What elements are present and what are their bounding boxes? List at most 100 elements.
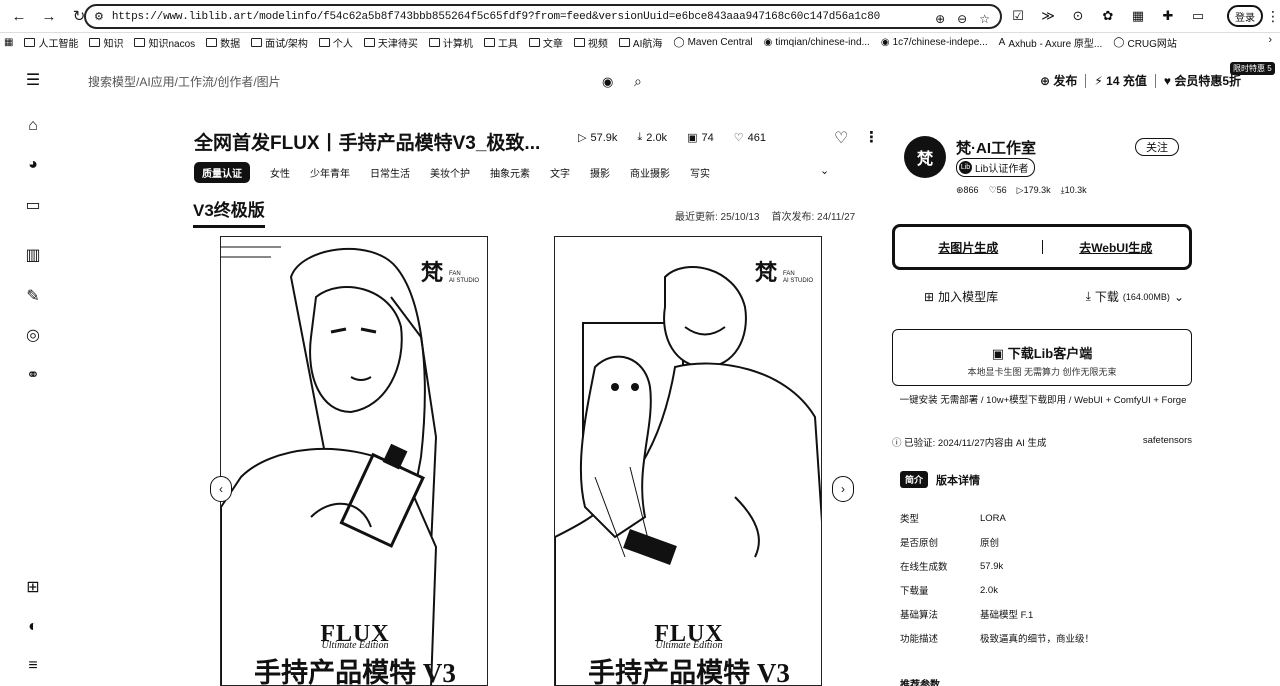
image-gallery: 梵 FAN AI STUDIO FLUX Ultimate Edition 手持产… — [210, 236, 854, 686]
generate-webui-button[interactable]: 去WebUI生成 — [1043, 239, 1190, 256]
bookmark-item[interactable]: AI航海 — [618, 35, 662, 50]
generate-actions: 去图片生成 去WebUI生成 — [892, 224, 1192, 270]
download-button[interactable]: ⤓ 下载 (164.00MB) ⌄ — [1086, 288, 1184, 305]
version-tab[interactable]: V3终极版 — [193, 196, 265, 228]
search-icon[interactable]: ⌕ — [634, 73, 642, 90]
bookmark-grid-icon[interactable]: ▦ — [4, 37, 13, 48]
gallery-image[interactable]: 梵 FAN AI STUDIO FLUX Ultimate Edition 手持产… — [220, 236, 488, 686]
search-input[interactable] — [80, 75, 580, 89]
folder-icon — [318, 37, 330, 47]
gallery-next-button[interactable]: › — [832, 476, 854, 502]
published-date: 首次发布: 24/11/27 — [771, 212, 856, 223]
bookmark-item[interactable]: 人工智能 — [24, 35, 78, 50]
tag-item[interactable]: 美妆个护 — [430, 165, 470, 180]
gallery-image[interactable]: 梵 FAN AI STUDIO FLUX Ultimate Edition 手持产… — [554, 236, 822, 686]
sidebar-toggle-icon[interactable]: ▭ — [1188, 6, 1208, 26]
bookmark-item[interactable]: 数据 — [206, 35, 240, 50]
bookmark-label: 1c7/chinese-indepe... — [892, 36, 988, 48]
more-options-icon[interactable]: ⋮ — [864, 128, 879, 146]
zoom-icon[interactable]: ⊕ — [935, 12, 945, 26]
publish-label: 发布 — [1053, 74, 1078, 88]
tag-item[interactable]: 商业摄影 — [630, 165, 670, 180]
favorite-icon[interactable]: ♡ — [834, 128, 848, 148]
browser-menu-icon[interactable]: ⋮ — [1266, 8, 1280, 25]
folder-icon[interactable]: ▭ — [22, 194, 44, 216]
tag-item[interactable]: 文字 — [550, 165, 570, 180]
tag-item[interactable]: 写实 — [690, 165, 710, 180]
chevron-down-icon[interactable]: ⌄ — [820, 164, 829, 177]
vip-button[interactable]: ♥ 会员特惠5折 — [1164, 72, 1241, 89]
download-client-card[interactable]: ▣ 下载Lib客户端 本地显卡生图 无需算力 创作无限无束 — [892, 329, 1192, 386]
bookmark-item[interactable]: 视频 — [573, 35, 608, 50]
bookmark-star-icon[interactable]: ☆ — [979, 12, 990, 26]
bookmark-item[interactable]: 计算机 — [428, 35, 473, 50]
add-to-library-button[interactable]: ⊞ 加入模型库 — [924, 288, 998, 305]
generate-image-button[interactable]: 去图片生成 — [895, 239, 1042, 256]
bookmark-item[interactable]: ◯ Maven Central — [673, 37, 752, 48]
bookmark-label: timqian/chinese-ind... — [775, 36, 870, 48]
version-details-label[interactable]: 版本详情 — [936, 472, 980, 488]
detail-key: 下载量 — [900, 586, 929, 597]
palette-icon[interactable]: ◕ — [22, 154, 44, 176]
book-icon[interactable]: ▥ — [22, 244, 44, 266]
profile-button[interactable]: 登录 — [1227, 5, 1263, 27]
image-icon: ▣ — [687, 132, 698, 144]
gallery-prev-button[interactable]: ‹ — [210, 476, 232, 502]
recharge-button[interactable]: ⚡ 14 充值 — [1094, 72, 1146, 89]
bookmark-item[interactable]: 天津待买 — [363, 35, 418, 50]
url-text[interactable]: https://www.liblib.art/modelinfo/f54c62a… — [112, 11, 880, 23]
extension-icon[interactable]: ⊙ — [1068, 6, 1088, 26]
author-likes-count: 56 — [996, 185, 1007, 195]
studio-line-1: FAN — [449, 271, 461, 277]
bookmark-item[interactable]: ◉ timqian/chinese-ind... — [764, 37, 870, 48]
runs-stat: ▷ 57.9k — [578, 131, 617, 145]
card-brand-mark: 梵 — [421, 260, 444, 285]
detail-key: 是否原创 — [900, 538, 939, 549]
bookmark-item[interactable]: A Axhub - Axure 原型... — [999, 35, 1103, 50]
more-icon[interactable]: ≡ — [22, 655, 44, 677]
folder-icon — [483, 37, 495, 47]
theme-icon[interactable]: ◐ — [22, 616, 44, 638]
extension-icon[interactable]: ▦ — [1128, 6, 1148, 26]
menu-icon[interactable]: ☰ — [22, 69, 44, 91]
bookmark-item[interactable]: ◯ CRUG网站 — [1113, 35, 1177, 50]
tag-item[interactable]: 摄影 — [590, 165, 610, 180]
author-name[interactable]: 梵·AI工作室 — [956, 137, 1036, 158]
publish-button[interactable]: ⊕ 发布 — [1040, 72, 1077, 89]
workflow-icon[interactable]: ⚭ — [22, 364, 44, 386]
follow-button[interactable]: 关注 — [1135, 138, 1179, 156]
forward-icon[interactable]: → — [36, 3, 62, 29]
site-info-icon[interactable]: ⚙ — [94, 10, 104, 23]
images-count: 74 — [701, 131, 714, 144]
puzzle-icon[interactable]: ✚ — [1158, 6, 1178, 26]
bookmarks-overflow-icon[interactable]: › — [1268, 34, 1272, 46]
detail-row: 基础算法 基础模型 F.1 — [900, 602, 1190, 626]
chevron-left-icon: ‹ — [219, 482, 223, 496]
chat-icon[interactable]: ◎ — [22, 324, 44, 346]
bookmark-item[interactable]: 知识nacos — [134, 35, 195, 50]
tag-item[interactable]: 女性 — [270, 165, 290, 180]
intro-pill[interactable]: 简介 — [900, 471, 929, 488]
home-icon[interactable]: ⌂ — [22, 115, 44, 137]
tag-item[interactable]: 抽象元素 — [490, 165, 530, 180]
bookmark-item[interactable]: 文章 — [528, 35, 563, 50]
tag-item[interactable]: 少年青年 — [310, 165, 350, 180]
extension-icon[interactable]: ☑ — [1008, 6, 1028, 26]
bookmark-label: 人工智能 — [38, 38, 79, 50]
extension-icon[interactable]: ≫ — [1038, 6, 1058, 26]
bookmark-item[interactable]: 工具 — [483, 35, 518, 50]
bookmark-item[interactable]: 面试/架构 — [251, 35, 308, 50]
install-app-icon[interactable]: ⊖ — [957, 12, 967, 26]
bookmark-item[interactable]: 个人 — [318, 35, 353, 50]
camera-search-icon[interactable]: ◉ — [602, 74, 613, 90]
gift-icon[interactable]: ⊞ — [22, 576, 44, 598]
extension-icon[interactable]: ✿ — [1098, 6, 1118, 26]
bookmark-item[interactable]: ◉ 1c7/chinese-indepe... — [881, 37, 988, 48]
tag-item[interactable]: 日常生活 — [370, 165, 410, 180]
back-icon[interactable]: ← — [6, 3, 32, 29]
author-avatar[interactable]: 梵 — [904, 136, 946, 178]
bookmark-item[interactable]: 知识 — [89, 35, 123, 50]
brush-icon[interactable]: ✎ — [22, 285, 44, 307]
address-bar[interactable]: ⚙ https://www.liblib.art/modelinfo/f54c6… — [84, 4, 1002, 29]
downloads-stat: ⤓ 2.0k — [637, 131, 667, 144]
